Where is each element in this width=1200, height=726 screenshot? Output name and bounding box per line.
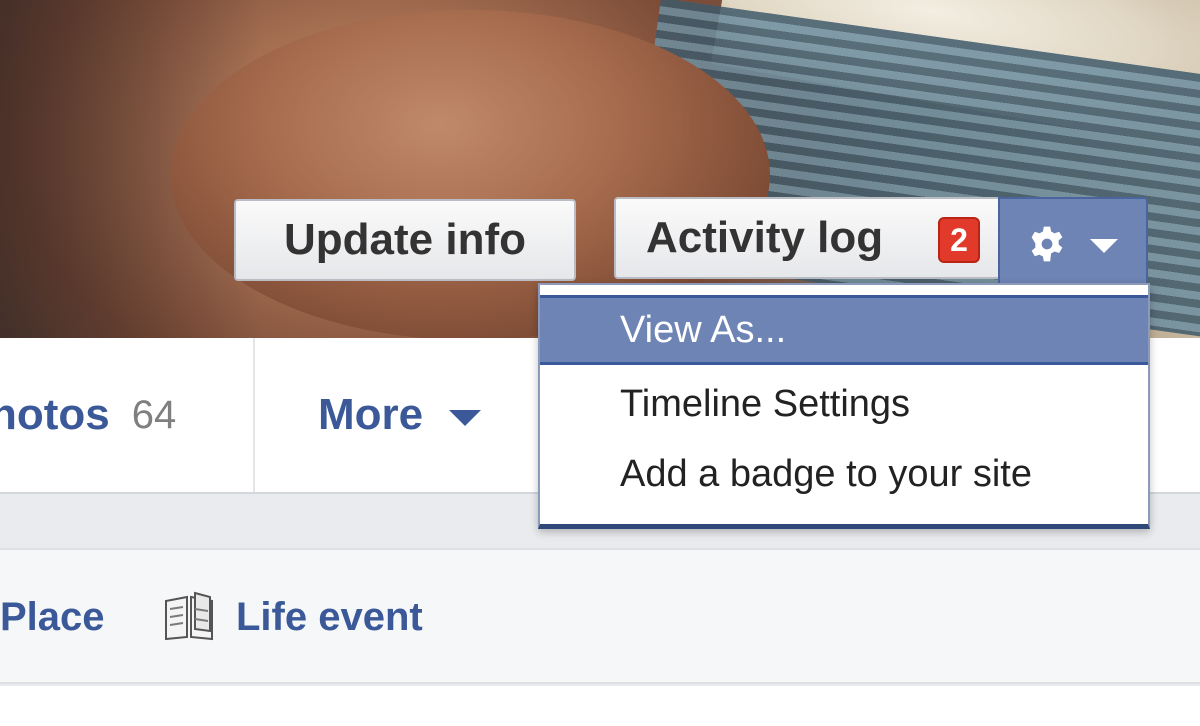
settings-dropdown-button[interactable]: [998, 197, 1148, 289]
composer-place[interactable]: Place: [0, 550, 105, 684]
menu-item-timeline-settings[interactable]: Timeline Settings: [540, 369, 1148, 439]
page-background: [0, 686, 1200, 726]
tab-photos[interactable]: hotos 64: [0, 338, 255, 492]
book-icon: [165, 591, 213, 641]
settings-dropdown-menu: View As... Timeline Settings Add a badge…: [538, 283, 1150, 529]
gear-icon: [1031, 226, 1063, 262]
composer-life-event-label: Life event: [236, 594, 423, 639]
composer-place-label: Place: [0, 594, 105, 639]
menu-item-view-as[interactable]: View As...: [540, 295, 1148, 365]
menu-item-add-badge[interactable]: Add a badge to your site: [540, 439, 1148, 509]
tab-photos-label: hotos: [0, 390, 110, 439]
tab-photos-count: 64: [131, 392, 177, 437]
update-info-label: Update info: [284, 215, 526, 264]
update-info-button[interactable]: Update info: [234, 199, 576, 281]
composer-life-event[interactable]: Life event: [162, 550, 423, 684]
tab-more-label: More: [318, 390, 424, 439]
notification-badge: 2: [938, 217, 980, 263]
composer-bar: Place Life event: [0, 548, 1200, 684]
activity-log-label: Activity log: [646, 213, 884, 262]
caret-down-icon: [1090, 239, 1118, 253]
chevron-down-icon: [449, 410, 482, 426]
tab-more[interactable]: More: [318, 338, 482, 492]
activity-log-button[interactable]: Activity log 2: [614, 197, 1002, 279]
